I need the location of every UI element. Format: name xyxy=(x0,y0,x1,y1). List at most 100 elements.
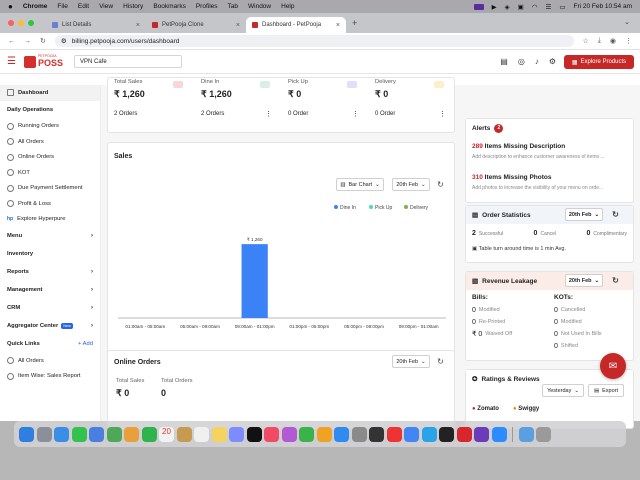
menu-history[interactable]: History xyxy=(123,3,143,10)
teams-icon[interactable] xyxy=(474,426,489,442)
alert-missing-description[interactable]: 289 Items Missing Description xyxy=(472,143,565,150)
reload-icon[interactable]: ↻ xyxy=(40,37,46,45)
trash-icon[interactable] xyxy=(536,426,551,442)
sidebar-item-profit-loss[interactable]: Profit & Loss xyxy=(0,196,100,212)
sidebar-item-hyperpure[interactable]: hp Explore Hyperpure xyxy=(0,212,100,228)
finder-icon[interactable] xyxy=(19,426,34,442)
back-icon[interactable]: ← xyxy=(8,38,15,45)
media-app-icon[interactable] xyxy=(439,426,454,442)
maximize-window-button[interactable] xyxy=(28,20,34,26)
menu-tab[interactable]: Tab xyxy=(228,3,238,10)
bookmark-star-icon[interactable]: ☆ xyxy=(583,37,589,45)
sidebar-item-kot[interactable]: KOT xyxy=(0,165,100,181)
sidebar-section-reports[interactable]: Reports › xyxy=(0,263,100,281)
mail-icon[interactable] xyxy=(89,426,104,442)
recorder-icon[interactable] xyxy=(456,426,472,442)
reminders-icon[interactable] xyxy=(194,426,209,442)
sidebar-section-inventory[interactable]: Inventory xyxy=(0,245,100,263)
sidebar-item-all-orders[interactable]: All Orders xyxy=(0,134,100,150)
chrome-icon[interactable] xyxy=(404,426,419,442)
freeform-icon[interactable] xyxy=(229,426,244,442)
play-icon[interactable]: ▶ xyxy=(492,3,497,11)
ratings-export-button[interactable]: ▤ Export xyxy=(588,384,624,397)
wifi-icon[interactable]: ◠ xyxy=(532,3,538,11)
terminal-icon[interactable] xyxy=(369,426,384,442)
site-info-icon[interactable]: ⚙ xyxy=(61,37,67,45)
close-window-button[interactable] xyxy=(8,20,14,26)
menu-window[interactable]: Window xyxy=(248,3,271,10)
downloads-folder-icon[interactable] xyxy=(518,426,534,442)
close-tab-icon[interactable]: × xyxy=(336,22,340,29)
menu-file[interactable]: File xyxy=(57,3,67,10)
new-tab-button[interactable]: + xyxy=(352,18,357,28)
hamburger-icon[interactable]: ☰ xyxy=(7,56,16,67)
more-options-icon[interactable]: ⋮ xyxy=(352,110,359,118)
zoom-icon[interactable] xyxy=(491,426,507,442)
pages-icon[interactable] xyxy=(316,426,332,442)
sidebar-item-running-orders[interactable]: Running Orders xyxy=(0,119,100,135)
vscode-icon[interactable] xyxy=(421,426,437,442)
online-date-dropdown[interactable]: 20th Feb ⌄ xyxy=(392,355,430,368)
launchpad-icon[interactable] xyxy=(36,426,52,442)
numbers-icon[interactable] xyxy=(299,426,314,442)
sidebar-section-crm[interactable]: CRM › xyxy=(0,299,100,317)
tab-dashboard[interactable]: Dashboard - PetPooja × xyxy=(246,17,346,33)
add-quick-link-button[interactable]: + Add xyxy=(78,341,93,347)
podcasts-icon[interactable] xyxy=(281,426,297,442)
app-store-icon[interactable] xyxy=(334,426,349,442)
source-swiggy[interactable]: ● Swiggy xyxy=(513,406,539,412)
more-options-icon[interactable]: ⋮ xyxy=(265,110,272,118)
notes-icon[interactable] xyxy=(211,426,227,442)
sidebar-section-management[interactable]: Management › xyxy=(0,281,100,299)
sidebar-item-dashboard[interactable]: Dashboard xyxy=(0,85,100,101)
outlet-selector[interactable]: VPN Cafe xyxy=(74,55,182,68)
tab-petpooja-clone[interactable]: PetPooja Clone × xyxy=(146,17,246,33)
tab-search-icon[interactable]: ⌄ xyxy=(624,18,630,26)
chat-icon[interactable]: ▤ xyxy=(500,57,508,66)
profile-icon[interactable]: ◉ xyxy=(610,37,616,45)
petpooja-logo[interactable]: PETPOOJA POSS xyxy=(23,55,63,68)
leakage-date-dropdown[interactable]: 20th Feb ⌄ xyxy=(565,274,603,287)
safari-icon[interactable] xyxy=(54,426,69,442)
music-icon[interactable] xyxy=(264,426,279,442)
help-icon[interactable]: ◎ xyxy=(518,57,525,66)
menu-edit[interactable]: Edit xyxy=(78,3,89,10)
ratings-period-dropdown[interactable]: Yesterday ⌄ xyxy=(542,384,584,397)
order-stats-date-dropdown[interactable]: 20th Feb ⌄ xyxy=(565,208,603,221)
photos-icon[interactable] xyxy=(124,426,139,442)
menu-chrome[interactable]: Chrome xyxy=(23,3,48,10)
menu-profiles[interactable]: Profiles xyxy=(196,3,218,10)
lock-icon[interactable]: ▣ xyxy=(518,3,524,11)
online-refresh-icon[interactable]: ↻ xyxy=(434,355,447,368)
download-icon[interactable]: ⤓ xyxy=(598,37,601,45)
tab-list-details[interactable]: List Details × xyxy=(46,17,146,33)
url-text[interactable]: billing.petpooja.com/users/dashboard xyxy=(72,38,180,45)
menu-bookmarks[interactable]: Bookmarks xyxy=(153,3,186,10)
screen-record-icon[interactable] xyxy=(473,3,484,10)
support-chat-button[interactable]: ✉ xyxy=(600,353,626,379)
menu-help[interactable]: Help xyxy=(281,3,294,10)
order-stats-refresh-icon[interactable]: ↻ xyxy=(609,208,622,221)
contacts-icon[interactable] xyxy=(176,426,192,442)
tv-icon[interactable] xyxy=(246,426,262,442)
alert-missing-photos[interactable]: 310 Items Missing Photos xyxy=(472,174,552,181)
datetime[interactable]: Fri 20 Feb 10:54 am xyxy=(573,3,632,10)
quick-link-item-wise-sales[interactable]: Item Wise: Sales Report xyxy=(0,369,100,385)
sidebar-item-online-orders[interactable]: Online Orders xyxy=(0,150,100,166)
red-app-icon[interactable] xyxy=(386,426,402,442)
messages-icon[interactable] xyxy=(71,426,87,442)
more-options-icon[interactable]: ⋮ xyxy=(439,110,446,118)
calendar-icon[interactable]: 20 xyxy=(159,426,174,442)
control-center-icon[interactable]: ☰ xyxy=(545,3,551,11)
sidebar-section-menu[interactable]: Menu › xyxy=(0,227,100,245)
more-icon[interactable]: ⋮ xyxy=(625,37,632,45)
bell-icon[interactable]: ♪ xyxy=(535,57,539,66)
system-settings-icon[interactable] xyxy=(351,426,367,442)
settings-icon[interactable]: ⚙ xyxy=(549,57,556,66)
battery-icon[interactable]: ▭ xyxy=(559,3,565,11)
source-zomato[interactable]: ● Zomato xyxy=(472,406,499,412)
close-tab-icon[interactable]: × xyxy=(236,22,240,29)
leakage-refresh-icon[interactable]: ↻ xyxy=(609,274,622,287)
sidebar-item-due-payment[interactable]: Due Payment Settlement xyxy=(0,181,100,197)
forward-icon[interactable]: → xyxy=(24,38,31,45)
